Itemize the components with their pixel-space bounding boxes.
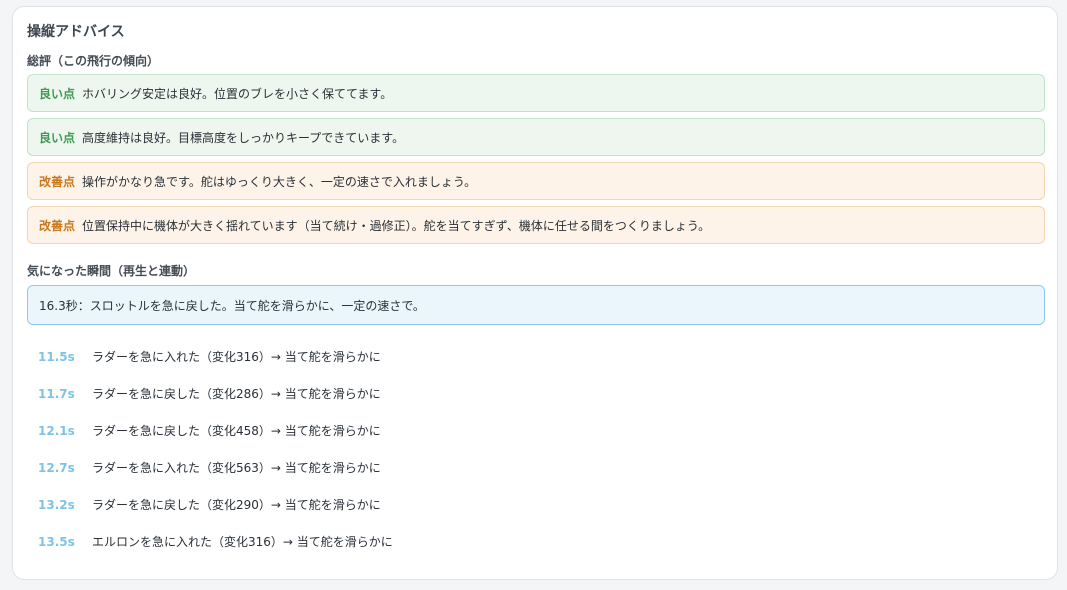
moment-item[interactable]: 12.1s ラダーを急に戻した（変化458）→ 当て舵を滑らかに <box>27 412 1045 449</box>
moment-description: ラダーを急に入れた（変化563）→ 当て舵を滑らかに <box>92 461 381 475</box>
moment-item[interactable]: 13.2s ラダーを急に戻した（変化290）→ 当て舵を滑らかに <box>27 486 1045 523</box>
summary-item-improve-2: 改善点 位置保持中に機体が大きく揺れています（当て続け・過修正）。舵を当てすぎず… <box>27 206 1045 244</box>
moment-item[interactable]: 12.7s ラダーを急に入れた（変化563）→ 当て舵を滑らかに <box>27 449 1045 486</box>
improve-point-tag: 改善点 <box>39 218 76 233</box>
moments-list: 11.5s ラダーを急に入れた（変化316）→ 当て舵を滑らかに 11.7s ラ… <box>27 338 1045 560</box>
summary-item-good-1: 良い点 ホバリング安定は良好。位置のブレを小さく保ててます。 <box>27 74 1045 112</box>
summary-item-text: 位置保持中に機体が大きく揺れています（当て続け・過修正）。舵を当てすぎず、機体に… <box>82 218 711 233</box>
improve-point-tag: 改善点 <box>39 174 76 189</box>
summary-item-improve-1: 改善点 操作がかなり急です。舵はゆっくり大きく、一定の速さで入れましょう。 <box>27 162 1045 200</box>
moment-description: ラダーを急に入れた（変化316）→ 当て舵を滑らかに <box>92 350 381 364</box>
moment-time: 12.1s <box>38 423 75 438</box>
moment-description: ラダーを急に戻した（変化458）→ 当て舵を滑らかに <box>92 424 381 438</box>
moment-time: 12.7s <box>38 460 75 475</box>
moment-item[interactable]: 11.7s ラダーを急に戻した（変化286）→ 当て舵を滑らかに <box>27 375 1045 412</box>
moment-description: ラダーを急に戻した（変化286）→ 当て舵を滑らかに <box>92 387 381 401</box>
moment-time: 13.5s <box>38 534 75 549</box>
summary-item-text: ホバリング安定は良好。位置のブレを小さく保ててます。 <box>82 86 393 101</box>
summary-item-text: 操作がかなり急です。舵はゆっくり大きく、一定の速さで入れましょう。 <box>82 174 477 189</box>
summary-section-title: 総評（この飛行の傾向） <box>27 54 160 68</box>
moment-time: 11.7s <box>38 386 75 401</box>
moment-item[interactable]: 11.5s ラダーを急に入れた（変化316）→ 当て舵を滑らかに <box>27 338 1045 375</box>
moment-time: 13.2s <box>38 497 75 512</box>
moment-description: ラダーを急に戻した（変化290）→ 当て舵を滑らかに <box>92 498 381 512</box>
moment-description: エルロンを急に入れた（変化316）→ 当て舵を滑らかに <box>92 535 393 549</box>
moments-section-title: 気になった瞬間（再生と連動） <box>27 264 196 278</box>
current-moment-callout: 16.3秒：スロットルを急に戻した。当て舵を滑らかに、一定の速さで。 <box>27 285 1045 325</box>
summary-item-good-2: 良い点 高度維持は良好。目標高度をしっかりキープできています。 <box>27 118 1045 156</box>
moment-time: 11.5s <box>38 349 75 364</box>
good-point-tag: 良い点 <box>39 130 76 145</box>
good-point-tag: 良い点 <box>39 86 76 101</box>
advice-panel: 操縦アドバイス 総評（この飛行の傾向） 良い点 ホバリング安定は良好。位置のブレ… <box>12 6 1058 580</box>
moment-item[interactable]: 13.5s エルロンを急に入れた（変化316）→ 当て舵を滑らかに <box>27 523 1045 560</box>
panel-title: 操縦アドバイス <box>27 24 125 40</box>
summary-item-text: 高度維持は良好。目標高度をしっかりキープできています。 <box>82 130 405 145</box>
